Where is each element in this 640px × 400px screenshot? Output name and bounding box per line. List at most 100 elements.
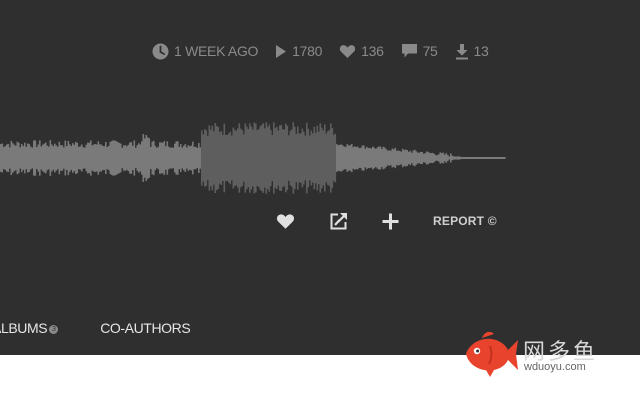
waveform-bar — [81, 144, 83, 172]
waveform-bar — [51, 144, 53, 172]
waveform-bar — [406, 150, 409, 166]
waveform-tail — [430, 157, 505, 159]
waveform-bar — [202, 134, 205, 182]
add-button[interactable] — [382, 213, 399, 230]
waveform-bar — [175, 141, 178, 175]
waveform-bar — [312, 133, 314, 183]
waveform-bar — [309, 135, 311, 181]
waveform-bar — [33, 140, 35, 176]
tab-albums[interactable]: ALBUMS 3 — [0, 320, 59, 336]
waveform-bar — [322, 130, 325, 186]
waveform-bar — [333, 134, 335, 182]
waveform-bar — [423, 153, 425, 163]
waveform-bar — [172, 147, 175, 169]
waveform-bar — [295, 133, 298, 183]
waveform-bar — [192, 141, 194, 175]
waveform-bar — [162, 142, 164, 174]
waveform[interactable] — [0, 118, 510, 196]
waveform-bar — [369, 147, 371, 169]
waveform-bar — [196, 147, 199, 169]
waveform-bar — [376, 147, 379, 169]
waveform-bar — [330, 123, 332, 193]
waveform-bar — [117, 142, 119, 174]
heart-icon — [276, 213, 295, 229]
waveform-bar — [193, 146, 196, 170]
waveform-bar — [214, 122, 217, 194]
waveform-bar — [277, 130, 280, 186]
waveform-bar — [121, 147, 124, 169]
waveform-bar — [43, 143, 46, 173]
comments-stat: 75 — [401, 43, 438, 59]
waveform-bar — [319, 123, 322, 193]
waveform-bar — [283, 129, 286, 187]
share-button[interactable] — [329, 212, 348, 231]
waveform-bar — [132, 145, 134, 171]
waveform-bar — [316, 125, 319, 191]
waveform-bar — [259, 126, 262, 190]
waveform-bar — [22, 146, 25, 170]
tab-albums-label: ALBUMS — [0, 320, 48, 336]
waveform-bar — [0, 144, 2, 172]
waveform-bar — [7, 143, 10, 173]
waveform-bar — [247, 129, 250, 187]
waveform-bar — [195, 146, 197, 170]
likes-stat: 136 — [339, 43, 384, 59]
waveform-bar — [151, 141, 154, 175]
waveform-bar — [76, 142, 79, 174]
waveform-bar — [204, 129, 206, 187]
waveform-bar — [298, 133, 301, 183]
waveform-bar — [9, 147, 11, 169]
waveform-bar — [109, 141, 112, 175]
waveform-bar — [228, 133, 230, 183]
waveform-bar — [382, 146, 385, 170]
waveform-bar — [49, 140, 52, 176]
track-stats: 1 WEEK AGO 1780 136 75 13 — [152, 41, 489, 61]
waveform-bar — [180, 144, 182, 172]
waveform-bar — [265, 122, 268, 194]
waveform-bar — [358, 148, 361, 168]
waveform-bar — [373, 147, 376, 169]
waveform-bar — [142, 134, 145, 182]
waveform-bar — [171, 147, 173, 169]
report-button[interactable]: REPORT © — [433, 214, 497, 228]
waveform-bar — [48, 146, 50, 170]
waveform-bar — [348, 145, 350, 171]
waveform-bar — [78, 146, 80, 170]
waveform-bar — [427, 151, 430, 165]
waveform-bar — [279, 125, 281, 191]
waveform-bar — [397, 150, 400, 166]
waveform-bar — [160, 142, 163, 174]
waveform-bar — [10, 140, 13, 176]
waveform-bar — [297, 126, 299, 190]
like-button[interactable] — [276, 213, 295, 230]
waveform-bar — [66, 146, 68, 170]
waveform-bar — [12, 143, 14, 173]
waveform-bar — [94, 144, 97, 172]
albums-count-badge: 3 — [49, 324, 59, 334]
waveform-bar — [15, 145, 17, 171]
waveform-bar — [315, 132, 317, 184]
waveform-bar — [357, 146, 359, 170]
waveform-bar — [424, 153, 427, 163]
waveform-bar — [46, 145, 49, 171]
waveform-bar — [120, 143, 122, 173]
comments-count: 75 — [422, 43, 438, 59]
waveform-bar — [288, 135, 290, 181]
waveform-bar — [153, 140, 155, 176]
waveform-bar — [127, 144, 130, 172]
waveform-bar — [258, 129, 260, 187]
waveform-bar — [3, 147, 5, 169]
waveform-bar — [385, 149, 388, 167]
tab-co-authors[interactable]: CO-AUTHORS — [100, 320, 191, 336]
waveform-bar — [246, 126, 248, 190]
waveform-bar — [198, 143, 200, 173]
waveform-bar — [55, 145, 58, 171]
waveform-bar — [102, 145, 104, 171]
likes-count: 136 — [361, 43, 384, 59]
waveform-bar — [138, 143, 140, 173]
waveform-bar — [114, 140, 116, 176]
waveform-bar — [267, 127, 269, 189]
waveform-bar — [336, 144, 338, 172]
waveform-bar — [1, 143, 4, 173]
waveform-bar — [91, 145, 94, 171]
